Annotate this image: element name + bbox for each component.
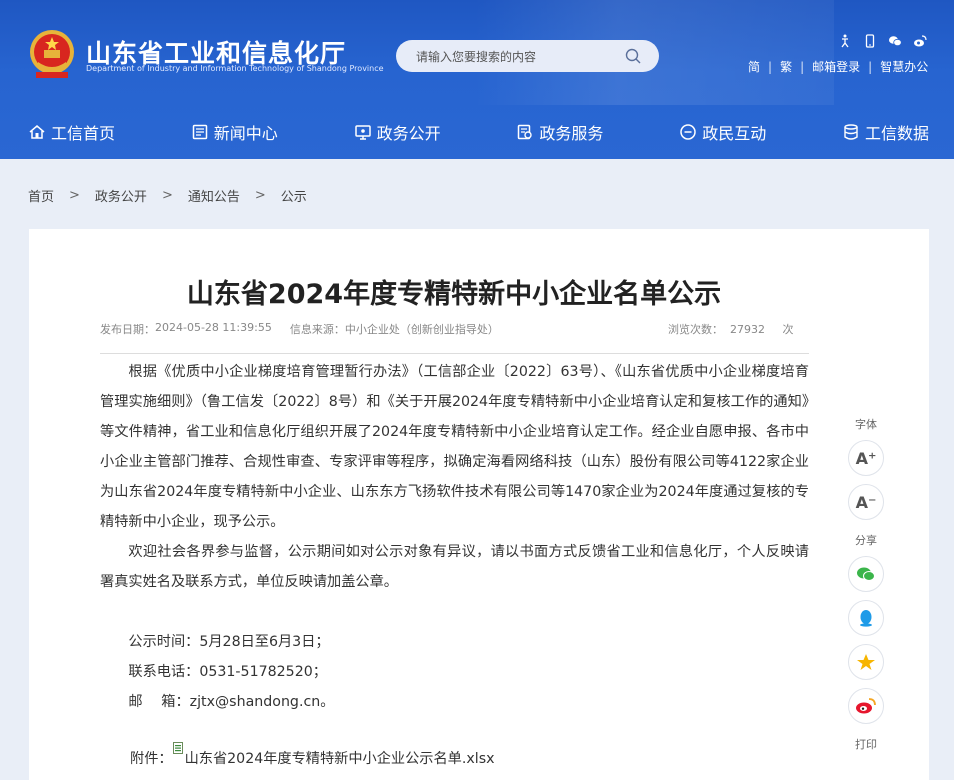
excel-file-icon: [172, 742, 183, 754]
article-body: 根据《优质中小企业梯度培育管理暂行办法》（工信部企业〔2022〕63号）、《山东…: [100, 357, 809, 717]
source-value: 中小企业处（创新创业指导处）: [344, 323, 499, 336]
nav-label: 政民互动: [702, 123, 767, 143]
attachment-filename[interactable]: 山东省2024年度专精特新中小企业公示名单.xlsx: [185, 748, 495, 768]
article-title: 山东省2024年度专精特新中小企业名单公示: [186, 279, 722, 310]
mail-login-link[interactable]: 邮箱登录: [812, 58, 860, 75]
share-qq-button[interactable]: [848, 600, 884, 636]
smart-office-link[interactable]: 智慧办公: [880, 58, 928, 75]
accessibility-icon[interactable]: [838, 33, 852, 48]
share-qzone-button[interactable]: [848, 644, 884, 680]
font-size-label: 字体: [855, 418, 877, 431]
publish-date-label: 发布日期：: [100, 323, 155, 336]
breadcrumb-affairs[interactable]: 政务公开: [95, 186, 147, 205]
nav-item-interaction[interactable]: 政民互动: [679, 120, 766, 144]
search-icon[interactable]: [625, 48, 641, 64]
paragraph: 根据《优质中小企业梯度培育管理暂行办法》（工信部企业〔2022〕63号）、《山东…: [100, 364, 809, 530]
weibo-share-icon: [856, 698, 876, 714]
share-label: 分享: [855, 534, 877, 547]
wechat-share-icon: [857, 567, 875, 581]
divider: |: [868, 59, 873, 74]
divider: [100, 353, 809, 354]
mobile-icon[interactable]: [863, 33, 877, 48]
attachment-link[interactable]: 山东省2024年度专精特新中小企业公示名单.xlsx: [172, 742, 495, 768]
weibo-icon[interactable]: [913, 33, 927, 47]
nav-item-service[interactable]: 政务服务: [516, 120, 603, 144]
divider: |: [800, 59, 805, 74]
nav-item-news[interactable]: 新闻中心: [191, 120, 278, 144]
nav-label: 工信数据: [864, 123, 929, 143]
breadcrumb-separator: >: [69, 188, 80, 203]
publicity-period: 公示时间：5月28日至6月3日；: [128, 634, 330, 650]
nav-label: 工信首页: [51, 123, 116, 143]
service-icon: [518, 124, 533, 139]
share-weibo-button[interactable]: [848, 688, 884, 724]
site-header: 山东省工业和信息化厅 Department of Industry and In…: [0, 0, 954, 159]
contact-email: 邮 箱：zjtx@shandong.cn。: [128, 694, 335, 710]
top-links: 简 | 繁 | 邮箱登录 | 智慧办公: [748, 58, 928, 75]
home-icon: [29, 124, 45, 139]
simplified-link[interactable]: 简: [748, 58, 760, 75]
nav-label: 政务公开: [376, 123, 441, 143]
breadcrumb-separator: >: [161, 188, 173, 203]
breadcrumb-publicity[interactable]: 公示: [281, 186, 307, 205]
traditional-link[interactable]: 繁: [780, 58, 792, 75]
breadcrumb: 首页 > 政务公开 > 通知公告 > 公示: [28, 186, 307, 205]
database-icon: [844, 123, 858, 140]
contact-phone: 联系电话：0531-51782520；: [128, 664, 327, 680]
chat-icon: [680, 123, 696, 140]
attachment-row: 附件： 山东省2024年度专精特新中小企业公示名单.xlsx: [130, 742, 495, 768]
wechat-icon[interactable]: [888, 33, 902, 47]
divider: |: [768, 59, 773, 74]
nav-label: 新闻中心: [213, 123, 278, 143]
share-wechat-button[interactable]: [848, 556, 884, 592]
side-toolbar: 字体 A⁺ A⁻ 分享 打印: [847, 416, 885, 760]
tool-icons: [838, 33, 927, 48]
font-decrease-button[interactable]: A⁻: [848, 484, 884, 520]
views-value: 27932: [730, 323, 765, 336]
source-label: 信息来源：: [289, 323, 345, 336]
publish-date: 2024-05-28 11:39:55: [155, 321, 272, 334]
nav-item-home[interactable]: 工信首页: [28, 120, 115, 144]
nav-label: 政务服务: [539, 123, 604, 143]
qq-share-icon: [860, 610, 872, 627]
font-increase-button[interactable]: A⁺: [848, 440, 884, 476]
nav-item-data[interactable]: 工信数据: [842, 120, 929, 144]
breadcrumb-separator: >: [254, 188, 266, 203]
search-box[interactable]: 请输入您要搜索的内容: [396, 40, 659, 72]
print-label[interactable]: 打印: [855, 736, 877, 752]
qzone-share-icon: [857, 654, 875, 670]
search-input[interactable]: 请输入您要搜索的内容: [416, 48, 536, 65]
main-nav: 工信首页 新闻中心 政务公开 政务服务 政民互动 工信数据: [0, 104, 954, 159]
breadcrumb-notices[interactable]: 通知公告: [188, 186, 240, 205]
monitor-icon: [354, 124, 371, 140]
views-unit: 次: [782, 323, 794, 336]
paragraph: 欢迎社会各界参与监督，公示期间如对公示对象有异议，请以书面方式反馈省工业和信息化…: [100, 544, 809, 590]
news-icon: [192, 124, 208, 139]
site-subtitle: Department of Industry and Information T…: [86, 64, 384, 73]
attachment-label: 附件：: [130, 751, 173, 767]
nav-item-affairs[interactable]: 政务公开: [354, 120, 441, 144]
views-label: 浏览次数：: [668, 323, 723, 336]
view-count: 浏览次数： 27932 次: [668, 321, 793, 337]
breadcrumb-home[interactable]: 首页: [28, 186, 54, 205]
article-meta: 发布日期： 2024-05-28 11:39:55 信息来源： 中小企业处（创新…: [100, 321, 499, 337]
national-emblem-icon: [30, 30, 74, 78]
